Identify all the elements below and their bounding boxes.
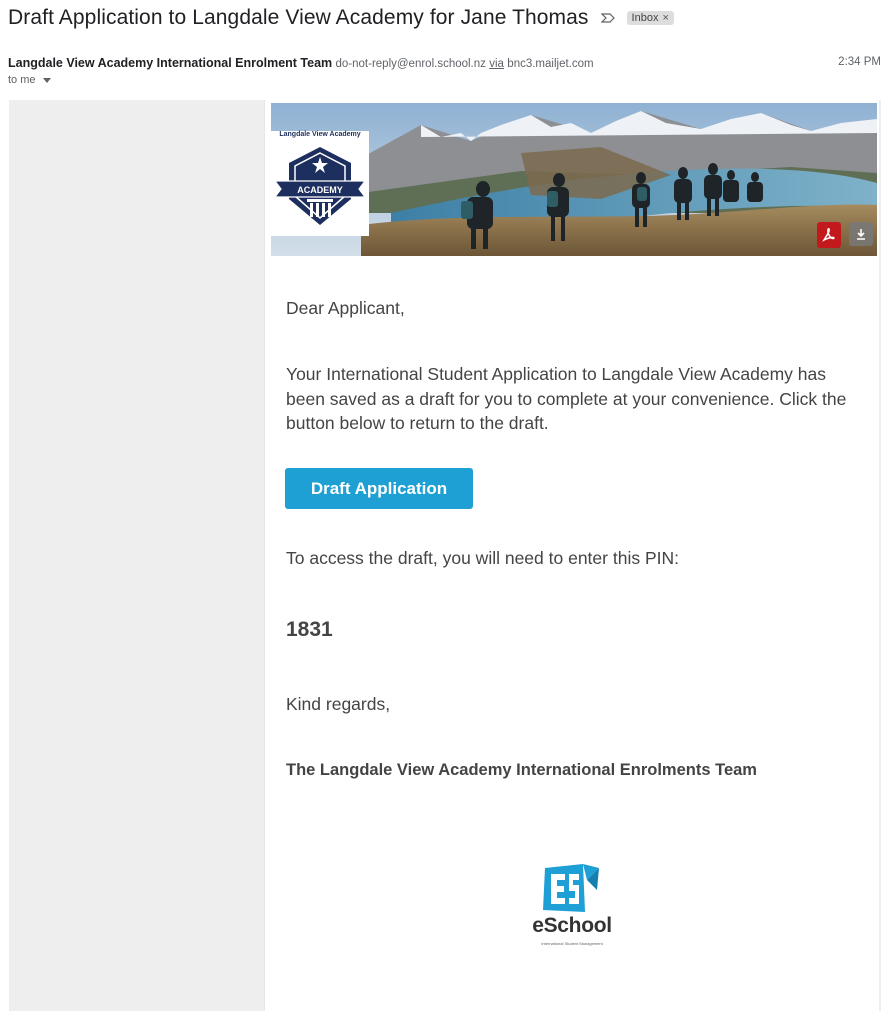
via-link[interactable]: via [489,58,504,70]
pin-instruction-text: To access the draft, you will need to en… [286,548,679,568]
signature-text: The Langdale View Academy International … [286,761,757,779]
download-icon[interactable] [849,222,873,246]
sender-line: Langdale View Academy International Enro… [8,56,594,70]
sender-name[interactable]: Langdale View Academy International Enro… [8,56,332,70]
academy-ribbon-text: ACADEMY [297,185,343,195]
eschool-tagline: International Student Management [541,941,603,946]
pdf-icon[interactable] [817,222,841,248]
academy-logo-title: Langdale View Academy [279,131,361,138]
email-left-background [9,100,264,1011]
email-time: 2:34 PM [838,56,881,68]
email-header: Draft Application to Langdale View Acade… [8,6,674,30]
sender-email: do-not-reply@enrol.school.nz [335,58,486,70]
draft-application-button[interactable]: Draft Application [285,468,473,509]
greeting-text: Dear Applicant, [286,298,405,318]
eschool-logo: eSchool International Student Management [527,860,617,956]
academy-logo: Langdale View Academy ACADEMY [271,131,369,236]
importance-marker-icon[interactable] [600,13,615,23]
caret-down-icon[interactable] [42,77,51,83]
via-domain: bnc3.mailjet.com [507,58,594,70]
closing-text: Kind regards, [286,694,391,714]
eschool-wordmark: eSchool [532,914,612,937]
body-paragraph: Your International Student Application t… [286,364,847,433]
remove-label-button[interactable]: × [662,12,668,24]
email-content: Langdale View Academy ACADEMY Dear Appli… [264,100,879,1011]
recipient-details[interactable]: to me [8,74,51,86]
inbox-label-text: Inbox [631,12,659,24]
recipient-label: to me [8,74,36,86]
academy-shield-icon: ACADEMY [273,147,367,225]
email-subject: Draft Application to Langdale View Acade… [8,6,589,29]
eschool-mark-icon [543,864,599,912]
header-banner-image: Langdale View Academy ACADEMY [271,103,877,256]
inbox-label-chip[interactable]: Inbox × [626,11,674,25]
pin-code: 1831 [286,618,333,641]
